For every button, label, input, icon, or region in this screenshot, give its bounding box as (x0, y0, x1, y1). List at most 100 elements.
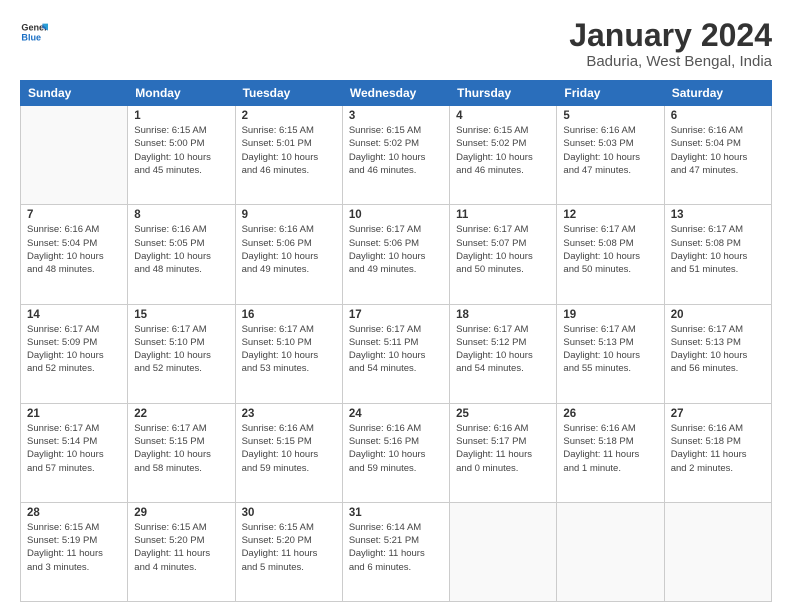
table-row: 20 Sunrise: 6:17 AMSunset: 5:13 PMDayligh… (664, 304, 771, 403)
cell-info: Sunrise: 6:16 AMSunset: 5:05 PMDaylight:… (134, 223, 228, 276)
table-row: 24 Sunrise: 6:16 AMSunset: 5:16 PMDayligh… (342, 403, 449, 502)
cell-info: Sunrise: 6:17 AMSunset: 5:08 PMDaylight:… (671, 223, 765, 276)
col-thursday: Thursday (450, 81, 557, 106)
page: General Blue January 2024 Baduria, West … (0, 0, 792, 612)
cell-info: Sunrise: 6:16 AMSunset: 5:18 PMDaylight:… (563, 422, 657, 475)
table-row: 18 Sunrise: 6:17 AMSunset: 5:12 PMDayligh… (450, 304, 557, 403)
title-block: January 2024 Baduria, West Bengal, India (569, 18, 772, 70)
table-row: 7 Sunrise: 6:16 AMSunset: 5:04 PMDaylight… (21, 205, 128, 304)
cell-info: Sunrise: 6:17 AMSunset: 5:11 PMDaylight:… (349, 323, 443, 376)
table-row: 2 Sunrise: 6:15 AMSunset: 5:01 PMDaylight… (235, 106, 342, 205)
cell-date-number: 10 (349, 209, 443, 221)
cell-date-number: 13 (671, 209, 765, 221)
table-row: 31 Sunrise: 6:14 AMSunset: 5:21 PMDayligh… (342, 502, 449, 601)
table-row: 25Sunrise: 6:16 AMSunset: 5:17 PMDayligh… (450, 403, 557, 502)
table-row: 12Sunrise: 6:17 AMSunset: 5:08 PMDayligh… (557, 205, 664, 304)
cell-date-number: 20 (671, 309, 765, 321)
cell-info: Sunrise: 6:15 AMSunset: 5:00 PMDaylight:… (134, 124, 228, 177)
cell-date-number: 19 (563, 309, 657, 321)
cell-date-number: 22 (134, 408, 228, 420)
table-row: 29 Sunrise: 6:15 AMSunset: 5:20 PMDayligh… (128, 502, 235, 601)
cell-date-number: 23 (242, 408, 336, 420)
cell-info: Sunrise: 6:16 AMSunset: 5:04 PMDaylight:… (27, 223, 121, 276)
cell-info: Sunrise: 6:17 AMSunset: 5:12 PMDaylight:… (456, 323, 550, 376)
svg-text:Blue: Blue (21, 32, 41, 42)
table-row: 28 Sunrise: 6:15 AMSunset: 5:19 PMDayligh… (21, 502, 128, 601)
calendar-week-0: 1 Sunrise: 6:15 AMSunset: 5:00 PMDaylight… (21, 106, 772, 205)
cell-date-number: 28 (27, 507, 121, 519)
col-friday: Friday (557, 81, 664, 106)
table-row (21, 106, 128, 205)
cell-info: Sunrise: 6:16 AMSunset: 5:16 PMDaylight:… (349, 422, 443, 475)
cell-info: Sunrise: 6:15 AMSunset: 5:19 PMDaylight:… (27, 521, 121, 574)
cell-date-number: 9 (242, 209, 336, 221)
table-row: 26 Sunrise: 6:16 AMSunset: 5:18 PMDayligh… (557, 403, 664, 502)
cell-info: Sunrise: 6:17 AMSunset: 5:15 PMDaylight:… (134, 422, 228, 475)
cell-info: Sunrise: 6:17 AMSunset: 5:08 PMDaylight:… (563, 223, 657, 276)
table-row: 22 Sunrise: 6:17 AMSunset: 5:15 PMDayligh… (128, 403, 235, 502)
cell-info: Sunrise: 6:16 AMSunset: 5:04 PMDaylight:… (671, 124, 765, 177)
calendar-week-4: 28 Sunrise: 6:15 AMSunset: 5:19 PMDayligh… (21, 502, 772, 601)
cell-info: Sunrise: 6:17 AMSunset: 5:09 PMDaylight:… (27, 323, 121, 376)
cell-date-number: 26 (563, 408, 657, 420)
cell-date-number: 29 (134, 507, 228, 519)
main-title: January 2024 (569, 18, 772, 53)
table-row: 30Sunrise: 6:15 AMSunset: 5:20 PMDayligh… (235, 502, 342, 601)
logo: General Blue (20, 18, 48, 46)
cell-info: Sunrise: 6:16 AMSunset: 5:03 PMDaylight:… (563, 124, 657, 177)
cell-info: Sunrise: 6:14 AMSunset: 5:21 PMDaylight:… (349, 521, 443, 574)
calendar-week-2: 14Sunrise: 6:17 AMSunset: 5:09 PMDayligh… (21, 304, 772, 403)
table-row: 6 Sunrise: 6:16 AMSunset: 5:04 PMDaylight… (664, 106, 771, 205)
cell-info: Sunrise: 6:17 AMSunset: 5:13 PMDaylight:… (563, 323, 657, 376)
cell-date-number: 4 (456, 110, 550, 122)
table-row (664, 502, 771, 601)
cell-date-number: 25 (456, 408, 550, 420)
cell-date-number: 15 (134, 309, 228, 321)
cell-date-number: 16 (242, 309, 336, 321)
cell-info: Sunrise: 6:15 AMSunset: 5:02 PMDaylight:… (456, 124, 550, 177)
cell-info: Sunrise: 6:17 AMSunset: 5:14 PMDaylight:… (27, 422, 121, 475)
calendar-week-3: 21 Sunrise: 6:17 AMSunset: 5:14 PMDayligh… (21, 403, 772, 502)
cell-info: Sunrise: 6:15 AMSunset: 5:20 PMDaylight:… (242, 521, 336, 574)
cell-info: Sunrise: 6:15 AMSunset: 5:20 PMDaylight:… (134, 521, 228, 574)
calendar-body: 1 Sunrise: 6:15 AMSunset: 5:00 PMDaylight… (21, 106, 772, 602)
cell-info: Sunrise: 6:17 AMSunset: 5:13 PMDaylight:… (671, 323, 765, 376)
cell-info: Sunrise: 6:15 AMSunset: 5:02 PMDaylight:… (349, 124, 443, 177)
col-wednesday: Wednesday (342, 81, 449, 106)
calendar-week-1: 7 Sunrise: 6:16 AMSunset: 5:04 PMDaylight… (21, 205, 772, 304)
logo-icon: General Blue (20, 18, 48, 46)
cell-date-number: 7 (27, 209, 121, 221)
subtitle: Baduria, West Bengal, India (569, 53, 772, 70)
table-row (557, 502, 664, 601)
col-saturday: Saturday (664, 81, 771, 106)
cell-date-number: 31 (349, 507, 443, 519)
calendar-header: Sunday Monday Tuesday Wednesday Thursday… (21, 81, 772, 106)
col-tuesday: Tuesday (235, 81, 342, 106)
cell-date-number: 17 (349, 309, 443, 321)
table-row: 10Sunrise: 6:17 AMSunset: 5:06 PMDayligh… (342, 205, 449, 304)
table-row: 21 Sunrise: 6:17 AMSunset: 5:14 PMDayligh… (21, 403, 128, 502)
table-row: 27Sunrise: 6:16 AMSunset: 5:18 PMDayligh… (664, 403, 771, 502)
cell-info: Sunrise: 6:15 AMSunset: 5:01 PMDaylight:… (242, 124, 336, 177)
cell-date-number: 2 (242, 110, 336, 122)
table-row: 23Sunrise: 6:16 AMSunset: 5:15 PMDayligh… (235, 403, 342, 502)
cell-info: Sunrise: 6:17 AMSunset: 5:07 PMDaylight:… (456, 223, 550, 276)
cell-date-number: 24 (349, 408, 443, 420)
cell-date-number: 18 (456, 309, 550, 321)
table-row: 3 Sunrise: 6:15 AMSunset: 5:02 PMDaylight… (342, 106, 449, 205)
table-row: 4 Sunrise: 6:15 AMSunset: 5:02 PMDaylight… (450, 106, 557, 205)
calendar-table: Sunday Monday Tuesday Wednesday Thursday… (20, 80, 772, 602)
header: General Blue January 2024 Baduria, West … (20, 18, 772, 70)
cell-info: Sunrise: 6:17 AMSunset: 5:10 PMDaylight:… (242, 323, 336, 376)
cell-info: Sunrise: 6:16 AMSunset: 5:18 PMDaylight:… (671, 422, 765, 475)
col-sunday: Sunday (21, 81, 128, 106)
cell-date-number: 11 (456, 209, 550, 221)
cell-date-number: 6 (671, 110, 765, 122)
cell-date-number: 21 (27, 408, 121, 420)
cell-date-number: 1 (134, 110, 228, 122)
table-row: 19 Sunrise: 6:17 AMSunset: 5:13 PMDayligh… (557, 304, 664, 403)
cell-date-number: 5 (563, 110, 657, 122)
cell-info: Sunrise: 6:17 AMSunset: 5:10 PMDaylight:… (134, 323, 228, 376)
cell-date-number: 8 (134, 209, 228, 221)
cell-date-number: 3 (349, 110, 443, 122)
